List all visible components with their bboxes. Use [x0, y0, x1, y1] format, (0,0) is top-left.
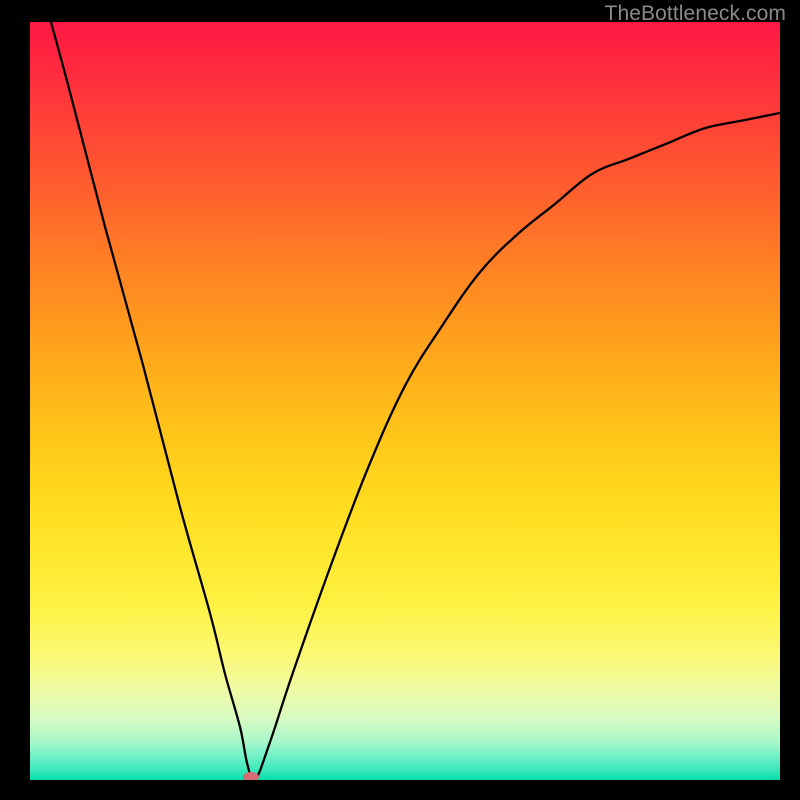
plot-area — [30, 22, 780, 780]
bottleneck-curve — [30, 22, 780, 780]
curve-svg — [30, 22, 780, 780]
chart-frame: TheBottleneck.com — [0, 0, 800, 800]
minimum-marker — [243, 772, 259, 780]
watermark-text: TheBottleneck.com — [605, 2, 786, 26]
